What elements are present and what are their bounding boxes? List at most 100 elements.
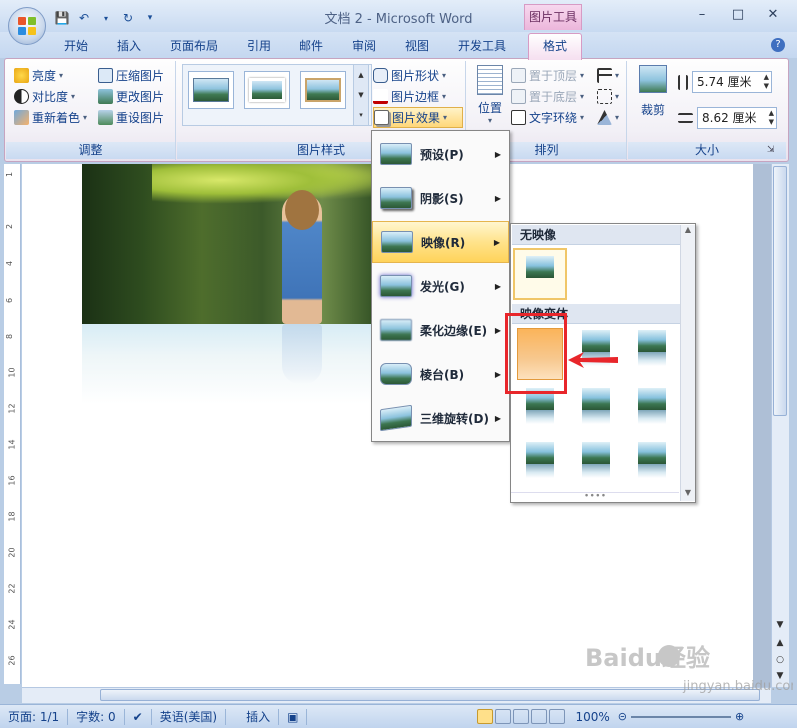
reflection-thumbnail <box>638 410 666 424</box>
print-layout-icon[interactable] <box>477 709 494 724</box>
change-picture-button[interactable]: 更改图片 <box>98 86 174 107</box>
soft-edges-icon <box>380 319 412 341</box>
vertical-ruler: 1 2 4 6 8 10 12 14 16 18 20 22 24 26 <box>4 164 21 684</box>
reflection-thumbnail <box>582 464 610 478</box>
height-spinner[interactable]: ▲ ▼ <box>764 73 769 91</box>
height-field[interactable]: 5.74 厘米 ▲ ▼ <box>692 71 772 93</box>
zoom-out-icon[interactable]: ⊝ <box>618 710 627 723</box>
align-button[interactable]: ▾ <box>597 65 623 86</box>
rotate-button[interactable]: ▾ <box>597 107 623 128</box>
help-icon[interactable]: ? <box>771 38 785 52</box>
picture-border-button[interactable]: 图片边框 ▾ <box>373 86 463 107</box>
status-insert-mode[interactable]: 插入 <box>238 708 280 725</box>
maximize-button[interactable]: □ <box>725 6 751 24</box>
picture-style-2[interactable] <box>244 71 290 109</box>
width-field[interactable]: 8.62 厘米 ▲ ▼ <box>697 107 777 129</box>
crop-button[interactable]: 裁剪 <box>634 65 672 118</box>
tab-developer[interactable]: 开发工具 <box>458 36 506 56</box>
gallery-scroll-up-icon[interactable]: ▲ <box>681 225 695 234</box>
style-gallery-scroll[interactable]: ▲ ▼ ▾ <box>353 64 369 126</box>
menu-item-bevel[interactable]: 棱台(B) ▶ <box>372 353 509 395</box>
brightness-button[interactable]: 亮度 ▾ <box>14 65 94 86</box>
menu-item-3d-rotation[interactable]: 三维旋转(D) ▶ <box>372 397 509 439</box>
3d-rotation-icon <box>380 404 412 432</box>
rotate-icon <box>597 110 612 125</box>
submenu-arrow-icon: ▶ <box>494 193 501 203</box>
office-logo-icon <box>18 17 36 35</box>
contrast-button[interactable]: 对比度 ▾ <box>14 86 94 107</box>
web-layout-icon[interactable] <box>513 709 530 724</box>
preset-icon <box>380 143 412 165</box>
status-page[interactable]: 页面: 1/1 <box>0 708 69 725</box>
height-icon <box>678 74 688 90</box>
view-buttons <box>477 709 566 724</box>
outline-icon[interactable] <box>531 709 548 724</box>
reset-picture-button[interactable]: 重设图片 <box>98 107 174 128</box>
picture-shape-button[interactable]: 图片形状 ▾ <box>373 65 463 86</box>
tab-insert[interactable]: 插入 <box>117 36 141 56</box>
reflection-option-5[interactable] <box>569 382 623 436</box>
gallery-scroll-down-icon[interactable]: ▼ <box>681 488 695 497</box>
reset-picture-icon <box>98 110 113 125</box>
recolor-icon <box>14 110 29 125</box>
zoom-level[interactable]: 100% <box>575 710 609 724</box>
status-language[interactable]: 英语(美国) <box>152 708 227 725</box>
tab-format[interactable]: 格式 <box>528 33 582 60</box>
status-bar: 页面: 1/1 字数: 0 ✔ 英语(美国) 插入 ▣ 100% ⊝ ⊕ <box>0 704 797 728</box>
picture-style-3[interactable] <box>300 71 346 109</box>
size-dialog-launcher-icon[interactable]: ⇲ <box>767 145 775 155</box>
reflection-option-3[interactable] <box>625 324 679 378</box>
submenu-arrow-icon: ▶ <box>494 149 501 159</box>
proofing-icon[interactable]: ✔ <box>125 708 152 725</box>
scroll-down-icon[interactable]: ▼ <box>772 620 788 634</box>
reflection-option-2[interactable] <box>569 324 623 378</box>
reflection-gallery-scrollbar[interactable]: ▲ ▼ <box>680 225 695 501</box>
compress-pictures-button[interactable]: 压缩图片 <box>98 65 174 86</box>
menu-item-reflection[interactable]: 映像(R) ▶ <box>372 221 509 263</box>
tab-home[interactable]: 开始 <box>64 36 88 56</box>
draft-icon[interactable] <box>549 709 566 724</box>
menu-item-preset[interactable]: 预设(P) ▶ <box>372 133 509 175</box>
reflection-thumbnail <box>638 464 666 478</box>
bring-to-front-button[interactable]: 置于顶层 ▾ <box>511 65 595 86</box>
tab-review[interactable]: 审阅 <box>352 36 376 56</box>
submenu-arrow-icon: ▶ <box>494 281 501 291</box>
menu-item-soft-edges[interactable]: 柔化边缘(E) ▶ <box>372 309 509 351</box>
menu-item-shadow[interactable]: 阴影(S) ▶ <box>372 177 509 219</box>
tab-mailings[interactable]: 邮件 <box>299 36 323 56</box>
text-wrapping-button[interactable]: 文字环绕 ▾ <box>511 107 595 128</box>
position-icon <box>477 65 503 95</box>
send-to-back-button[interactable]: 置于底层 ▾ <box>511 86 595 107</box>
reflection-option-9[interactable] <box>625 436 679 490</box>
status-word-count[interactable]: 字数: 0 <box>68 708 125 725</box>
group-objects-button[interactable]: ▾ <box>597 86 623 107</box>
group-objects-icon <box>597 89 612 104</box>
full-screen-reading-icon[interactable] <box>495 709 512 724</box>
zoom-in-icon[interactable]: ⊕ <box>735 710 744 723</box>
menu-item-glow[interactable]: 发光(G) ▶ <box>372 265 509 307</box>
reflection-option-7[interactable] <box>513 436 567 490</box>
reflection-option-8[interactable] <box>569 436 623 490</box>
picture-style-1[interactable] <box>188 71 234 109</box>
tab-page-layout[interactable]: 页面布局 <box>170 36 218 56</box>
picture-reflection <box>82 324 382 404</box>
macro-record-icon[interactable]: ▣ <box>279 708 308 725</box>
minimize-button[interactable]: – <box>689 6 715 24</box>
tab-view[interactable]: 视图 <box>405 36 429 56</box>
recolor-button[interactable]: 重新着色 ▾ <box>14 107 94 128</box>
close-button[interactable]: ✕ <box>760 6 786 24</box>
inserted-picture[interactable] <box>82 164 382 324</box>
position-button[interactable]: 位置 ▾ <box>471 65 509 125</box>
gallery-resize-grip-icon[interactable]: ∙∙∙∙ <box>511 492 679 501</box>
compress-icon <box>98 68 113 83</box>
reflection-option-none[interactable] <box>513 248 567 300</box>
reflection-option-6[interactable] <box>625 382 679 436</box>
tab-references[interactable]: 引用 <box>247 36 271 56</box>
office-button[interactable] <box>8 7 46 45</box>
vertical-scroll-thumb[interactable] <box>773 166 787 416</box>
reflection-subject <box>282 324 322 384</box>
picture-effects-button[interactable]: 图片效果 ▾ <box>373 107 463 128</box>
width-spinner[interactable]: ▲ ▼ <box>769 109 774 127</box>
submenu-arrow-icon: ▶ <box>494 413 501 423</box>
zoom-slider[interactable] <box>631 715 731 718</box>
